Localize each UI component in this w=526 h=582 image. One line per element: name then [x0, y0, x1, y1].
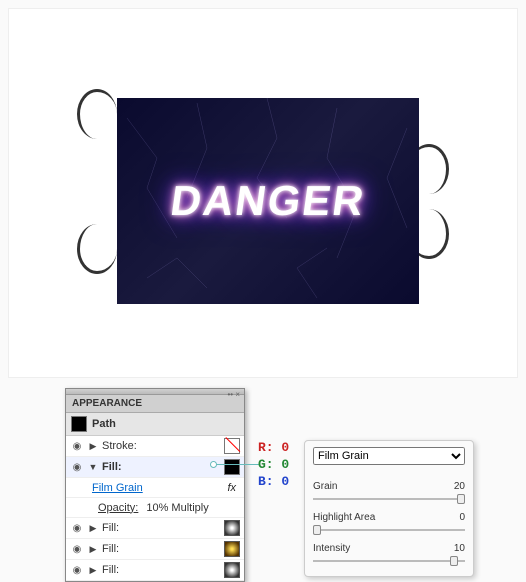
path-handle: [77, 224, 117, 274]
opacity-row[interactable]: Opacity: 10% Multiply: [66, 498, 244, 518]
fill-row-selected[interactable]: ◉ ▼ Fill:: [66, 457, 244, 478]
visibility-icon[interactable]: ◉: [70, 542, 84, 556]
canvas[interactable]: DANGER: [8, 8, 518, 378]
slider-thumb[interactable]: [313, 525, 321, 535]
disclosure-icon[interactable]: ▼: [88, 462, 98, 472]
panel-titlebar[interactable]: •• ×: [66, 389, 244, 395]
opacity-label: Opacity:: [98, 502, 138, 514]
visibility-icon[interactable]: ◉: [70, 521, 84, 535]
disclosure-icon[interactable]: ▶: [88, 565, 98, 576]
intensity-slider[interactable]: [313, 556, 465, 566]
stroke-swatch[interactable]: [224, 438, 240, 454]
fill-swatch[interactable]: [224, 562, 240, 578]
visibility-icon[interactable]: ◉: [70, 460, 84, 474]
callout-line: [214, 464, 260, 465]
path-handle: [77, 89, 117, 139]
fill-row[interactable]: ◉ ▶ Fill:: [66, 518, 244, 539]
callout-dot: [210, 461, 217, 468]
effect-select[interactable]: Film Grain: [313, 447, 465, 465]
rgb-readout: R: 0 G: 0 B: 0: [258, 440, 289, 491]
b-value: 0: [281, 474, 289, 489]
g-value: 0: [281, 457, 289, 472]
disclosure-icon[interactable]: ▶: [88, 441, 98, 452]
effect-link[interactable]: Film Grain: [92, 482, 223, 494]
grain-slider[interactable]: [313, 494, 465, 504]
object-row[interactable]: Path: [66, 413, 244, 436]
grain-value: 20: [454, 481, 465, 492]
artwork-preview[interactable]: DANGER: [117, 98, 419, 304]
fill-swatch[interactable]: [224, 541, 240, 557]
slider-thumb[interactable]: [457, 494, 465, 504]
fill-label: Fill:: [102, 564, 220, 576]
fill-label: Fill:: [102, 522, 220, 534]
object-thumb: [71, 416, 87, 432]
grain-label: Grain: [313, 481, 337, 492]
fill-swatch[interactable]: [224, 520, 240, 536]
disclosure-icon[interactable]: ▶: [88, 523, 98, 534]
opacity-value: 10% Multiply: [146, 502, 208, 514]
highlight-slider[interactable]: [313, 525, 465, 535]
highlight-value: 0: [459, 512, 465, 523]
object-label: Path: [92, 418, 116, 430]
stroke-row[interactable]: ◉ ▶ Stroke:: [66, 436, 244, 457]
fill-row[interactable]: ◉ ▶ Fill:: [66, 539, 244, 560]
artwork-text: DANGER: [168, 177, 369, 225]
intensity-value: 10: [454, 543, 465, 554]
r-label: R:: [258, 440, 274, 455]
disclosure-icon[interactable]: ▶: [88, 544, 98, 555]
fx-badge: fx: [227, 482, 240, 494]
stroke-label: Stroke:: [102, 440, 220, 452]
effect-row[interactable]: Film Grain fx: [66, 478, 244, 498]
fill-swatch[interactable]: [224, 459, 240, 475]
fill-label: Fill:: [102, 543, 220, 555]
visibility-icon[interactable]: ◉: [70, 439, 84, 453]
g-label: G:: [258, 457, 274, 472]
filmgrain-panel[interactable]: Film Grain Grain 20 Highlight Area 0 Int…: [304, 440, 474, 577]
b-label: B:: [258, 474, 274, 489]
intensity-label: Intensity: [313, 543, 350, 554]
appearance-panel[interactable]: •• × APPEARANCE Path ◉ ▶ Stroke: ◉ ▼ Fil…: [65, 388, 245, 582]
slider-thumb[interactable]: [450, 556, 458, 566]
fill-row[interactable]: ◉ ▶ Fill:: [66, 560, 244, 581]
panel-title: APPEARANCE: [66, 395, 244, 413]
fill-label: Fill:: [102, 461, 220, 473]
visibility-icon[interactable]: ◉: [70, 563, 84, 577]
r-value: 0: [281, 440, 289, 455]
highlight-label: Highlight Area: [313, 512, 375, 523]
